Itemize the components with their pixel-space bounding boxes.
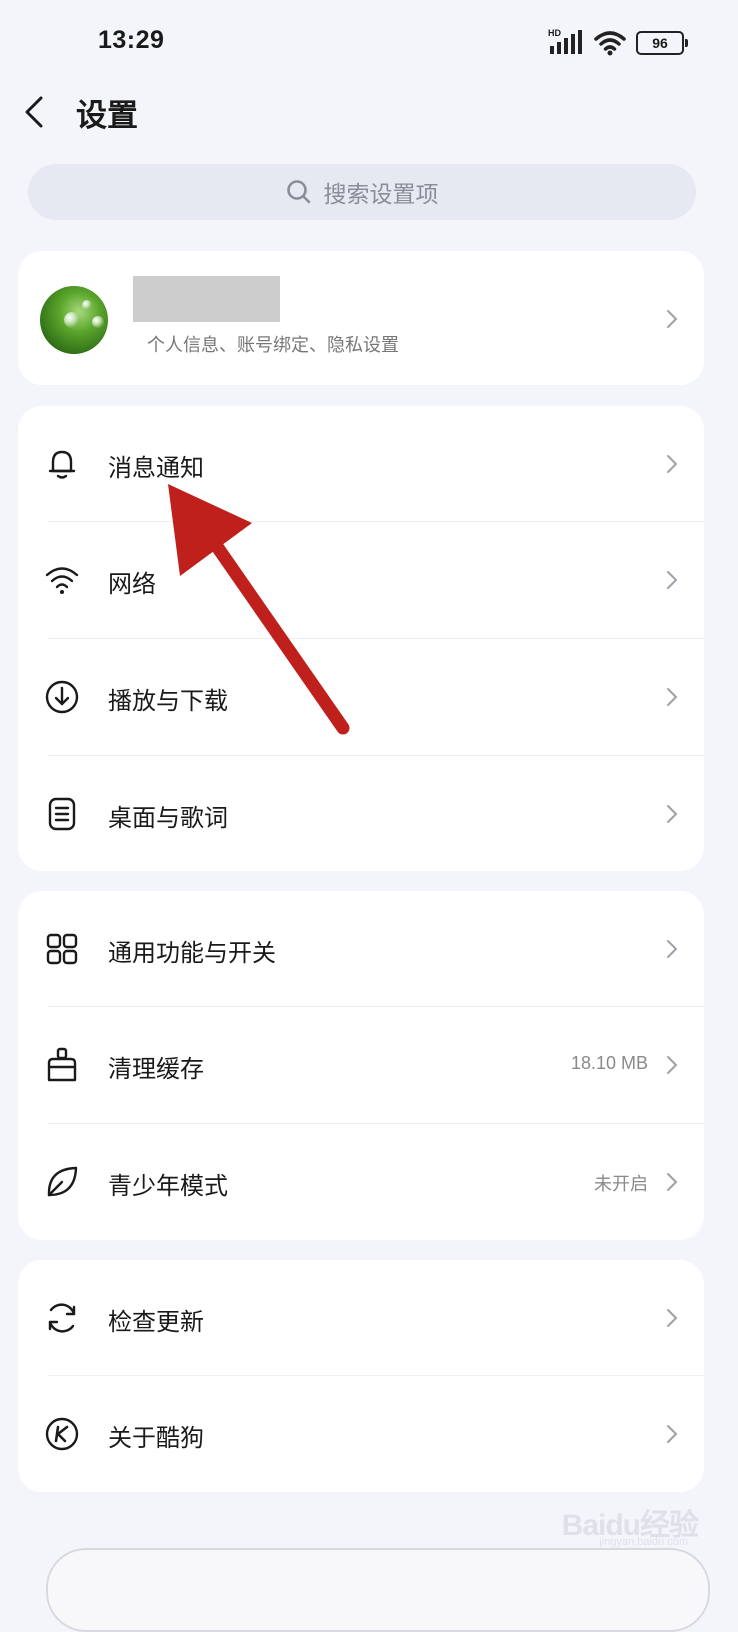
bottom-button-partial[interactable] xyxy=(46,1548,710,1632)
settings-item-label: 播放与下载 xyxy=(108,687,228,715)
settings-group-3: 检查更新 关于酷狗 xyxy=(18,1260,704,1492)
settings-item-general[interactable]: 通用功能与开关 xyxy=(18,891,704,1007)
chevron-right-icon xyxy=(667,571,677,589)
teen-mode-status: 未开启 xyxy=(594,1174,648,1194)
settings-item-label: 消息通知 xyxy=(108,454,204,482)
watermark-url: jingyan.baidu.com xyxy=(599,1536,688,1548)
grid-icon xyxy=(46,933,78,965)
wifi-status-icon xyxy=(594,31,626,56)
network-label: HD xyxy=(548,28,561,38)
settings-item-label: 网络 xyxy=(108,570,156,598)
chevron-right-icon xyxy=(667,1425,677,1443)
settings-group-2: 通用功能与开关 清理缓存 18.10 MB 青少年模式 未开启 xyxy=(18,891,704,1240)
chevron-right-icon xyxy=(667,310,677,328)
settings-item-desktop-lyrics[interactable]: 桌面与歌词 xyxy=(18,756,704,872)
settings-item-label: 检查更新 xyxy=(108,1308,204,1336)
settings-item-label: 青少年模式 xyxy=(108,1172,228,1200)
kugou-logo-icon xyxy=(45,1417,79,1451)
username-redacted xyxy=(133,276,280,322)
settings-item-check-update[interactable]: 检查更新 xyxy=(18,1260,704,1376)
battery-indicator: 96 xyxy=(636,31,688,55)
settings-item-label: 关于酷狗 xyxy=(108,1424,204,1452)
settings-group-1: 消息通知 网络 播放与下载 桌面与歌词 xyxy=(18,406,704,871)
chevron-right-icon xyxy=(667,1056,677,1074)
chevron-right-icon xyxy=(667,805,677,823)
settings-item-label: 桌面与歌词 xyxy=(108,804,228,832)
profile-subtitle: 个人信息、账号绑定、隐私设置 xyxy=(147,335,399,356)
download-icon xyxy=(45,680,79,714)
settings-item-network[interactable]: 网络 xyxy=(18,522,704,638)
chevron-right-icon xyxy=(667,1309,677,1327)
status-bar: 13:29 HD 96 xyxy=(0,0,738,88)
lyrics-icon xyxy=(48,797,76,831)
settings-item-teen-mode[interactable]: 青少年模式 未开启 xyxy=(18,1124,704,1240)
header: 设置 xyxy=(0,80,738,144)
chevron-right-icon xyxy=(667,1173,677,1191)
settings-item-label: 通用功能与开关 xyxy=(108,939,276,967)
search-bar[interactable]: 搜索设置项 xyxy=(28,164,696,220)
search-icon xyxy=(286,180,310,204)
chevron-right-icon xyxy=(667,940,677,958)
settings-item-playback-download[interactable]: 播放与下载 xyxy=(18,639,704,755)
refresh-icon xyxy=(48,1303,76,1333)
back-button[interactable] xyxy=(14,86,54,138)
status-icons: HD 96 xyxy=(548,28,688,56)
cellular-signal-icon: HD xyxy=(548,28,584,56)
back-arrow-icon xyxy=(25,96,43,128)
settings-item-label: 清理缓存 xyxy=(108,1055,204,1083)
settings-item-clear-cache[interactable]: 清理缓存 18.10 MB xyxy=(18,1007,704,1123)
wifi-icon xyxy=(45,567,79,594)
profile-card[interactable]: 个人信息、账号绑定、隐私设置 xyxy=(18,251,704,385)
search-placeholder: 搜索设置项 xyxy=(323,182,439,208)
avatar xyxy=(40,286,108,354)
leaf-icon xyxy=(47,1166,78,1197)
chevron-right-icon xyxy=(667,455,677,473)
status-time: 13:29 xyxy=(98,26,165,54)
chevron-right-icon xyxy=(667,688,677,706)
page-title: 设置 xyxy=(76,98,138,134)
broom-icon xyxy=(47,1047,77,1082)
bell-icon xyxy=(48,450,76,479)
cache-size-value: 18.10 MB xyxy=(570,1053,648,1073)
settings-item-notifications[interactable]: 消息通知 xyxy=(18,406,704,522)
settings-item-about[interactable]: 关于酷狗 xyxy=(18,1376,704,1492)
